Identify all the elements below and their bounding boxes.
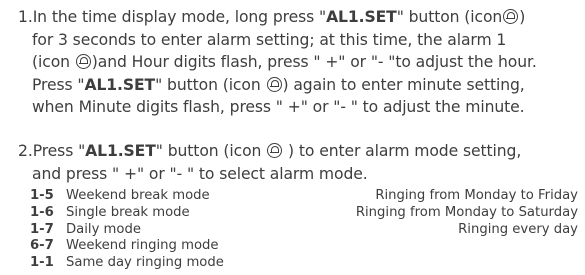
- mode-name: Weekend break mode: [66, 188, 210, 203]
- mode-code: 6-7: [30, 238, 54, 254]
- step1-line-2: for 3 seconds to enter alarm setting; at…: [32, 30, 507, 49]
- alarm-bell-icon: [266, 76, 282, 92]
- mode-name: Daily mode: [66, 221, 141, 237]
- step2-text: Press ": [32, 142, 86, 160]
- mode-name: Weekend ringing mode: [66, 238, 219, 254]
- mode-code: 1-7: [30, 221, 54, 237]
- mode-code: 1-6: [30, 204, 54, 220]
- mode-code: 1-1: [30, 255, 54, 271]
- mode-ringing-description: Ringing from Monday to Saturday: [355, 204, 578, 220]
- step1-line-5: when Minute digits flash, press " +" or …: [32, 98, 525, 116]
- step1-line-3: (icon )and Hour digits flash, press " +"…: [18, 51, 578, 74]
- step1-text: )and Hour digits flash, press " +" or "-…: [91, 53, 537, 71]
- step1-text: ): [519, 8, 526, 26]
- step1-text: " button (icon: [396, 8, 503, 26]
- step2-text: ) to enter alarm mode setting,: [288, 142, 522, 160]
- al1-set-button-label: AL1.SET: [326, 8, 397, 26]
- alarm-bell-icon: [267, 143, 283, 158]
- instruction-step-1: 1.In the time display mode, long press "…: [18, 6, 578, 119]
- step1-text: ) again to enter minute setting,: [282, 75, 525, 94]
- alarm-mode-item: 1-1 Same day ringing mode: [30, 255, 578, 272]
- alarm-bell-icon: [75, 54, 91, 69]
- step1-text: Press ": [32, 75, 85, 94]
- alarm-mode-item: 1-6 Single break mode Ringing from Monday …: [30, 205, 578, 222]
- step1-text: (icon: [32, 53, 70, 71]
- step2-text: " button (icon: [155, 142, 262, 160]
- step2-line-2: and press " +" or "- " to select alarm m…: [32, 164, 368, 183]
- al1-set-button-label: AL1.SET: [85, 142, 156, 160]
- mode-name: Same day ringing mode: [66, 255, 224, 271]
- alarm-mode-item: 6-7 Weekend ringing mode: [30, 238, 578, 255]
- step1-text: " button (icon: [155, 75, 261, 94]
- step-number: 1.: [18, 8, 33, 26]
- al1-set-button-label: AL1.SET: [84, 75, 156, 94]
- mode-code: 1-5: [30, 188, 54, 203]
- step1-text: In the time display mode, long press ": [32, 8, 327, 26]
- mode-ringing-description: Ringing every day: [458, 221, 578, 237]
- manual-page: 1.In the time display mode, long press "…: [0, 0, 585, 275]
- mode-name: Single break mode: [66, 204, 190, 220]
- step-number: 2.: [18, 142, 33, 160]
- instruction-step-2: 2.Press "AL1.SET" button (icon ) to ente…: [18, 140, 578, 185]
- step1-line-1: 1.In the time display mode, long press "…: [18, 6, 578, 29]
- step1-line-4: Press "AL1.SET" button (icon ) again to …: [18, 74, 578, 97]
- alarm-mode-item: 1-5 Weekend break mode Ringing from Monday…: [30, 188, 578, 205]
- mode-ringing-description: Ringing from Monday to Friday: [375, 188, 578, 203]
- alarm-mode-item: 1-7 Daily mode Ringing every day: [30, 222, 578, 239]
- alarm-bell-icon: [503, 9, 519, 24]
- alarm-mode-list: 1-5 Weekend break mode Ringing from Monday…: [30, 188, 578, 272]
- step2-line-1: 2.Press "AL1.SET" button (icon ) to ente…: [18, 140, 578, 163]
